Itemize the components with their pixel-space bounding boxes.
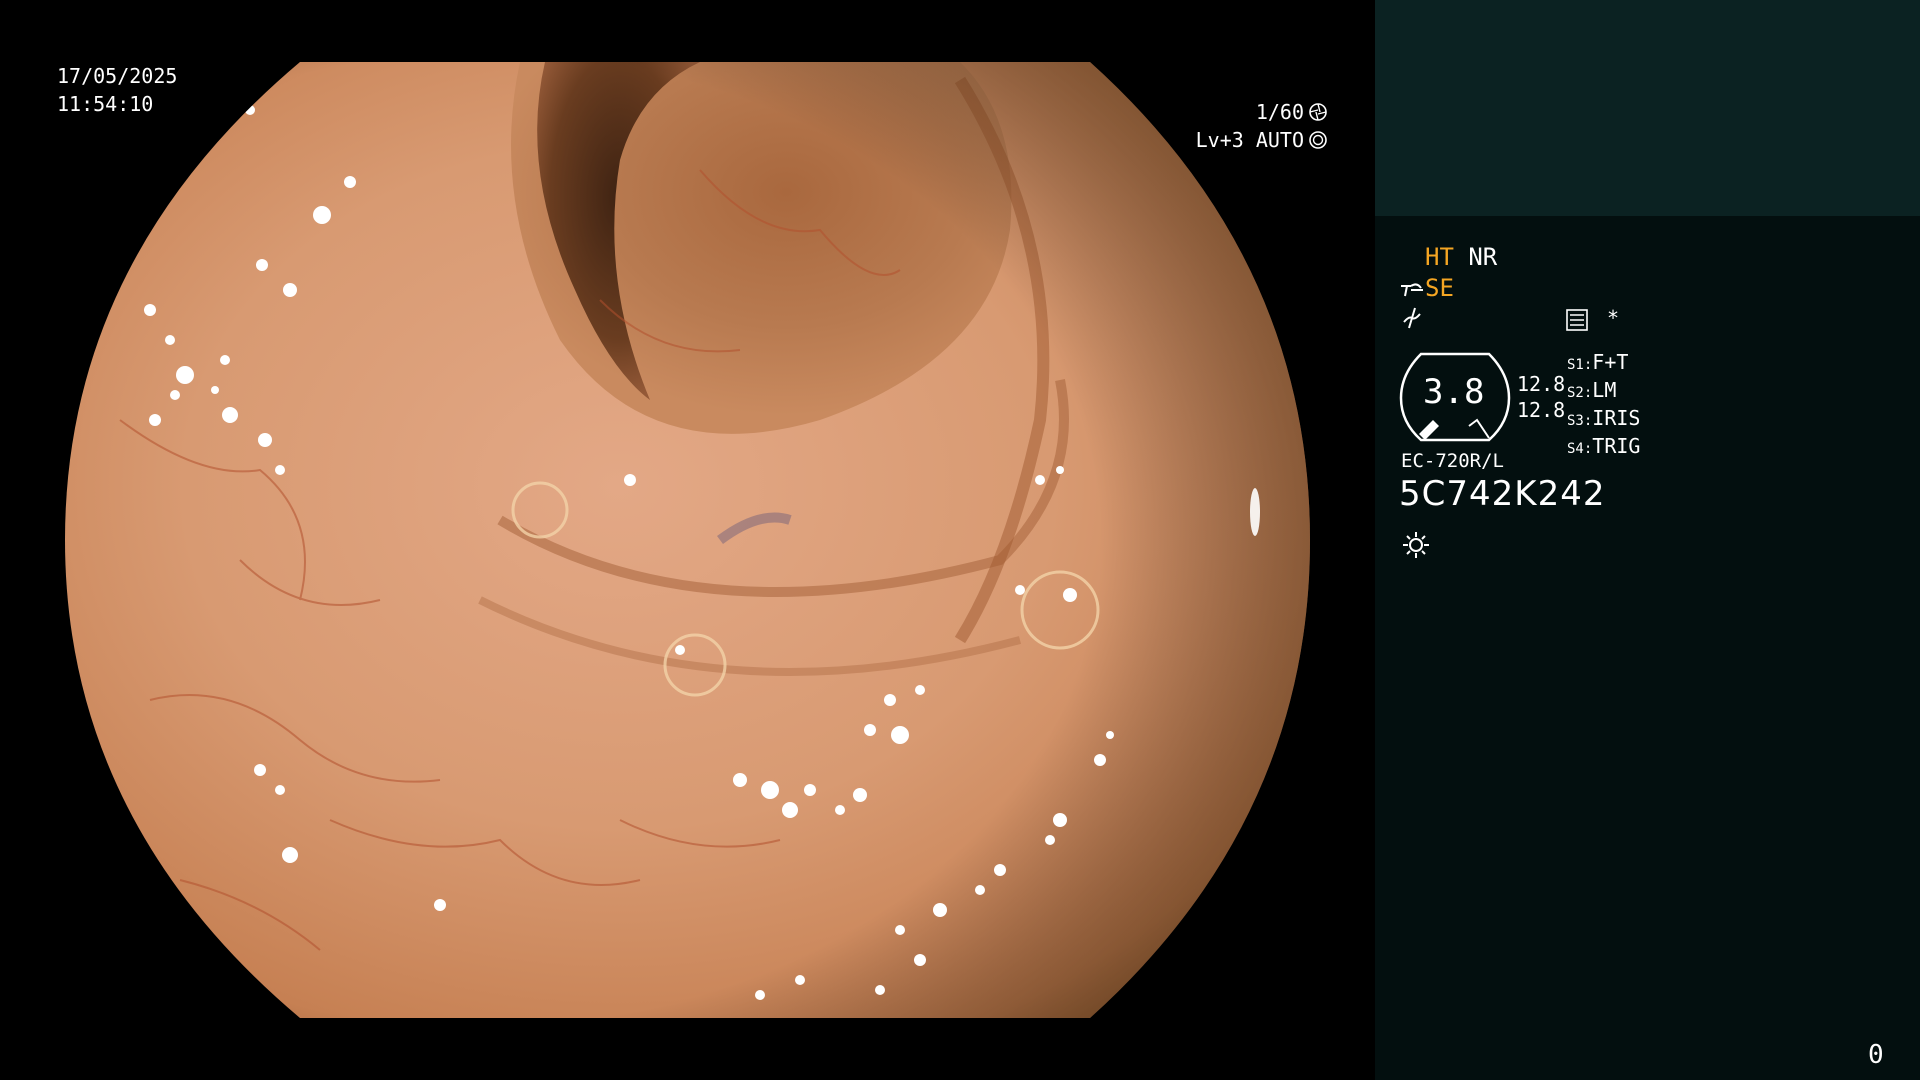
ratio-1: 12.8 bbox=[1517, 372, 1566, 396]
zoom-value: 3.8 bbox=[1423, 372, 1485, 412]
settings-list-icon bbox=[1566, 309, 1588, 331]
scope-serial: 5C742K242 bbox=[1399, 474, 1606, 514]
mode-ht: HT bbox=[1425, 243, 1454, 271]
info-panel: HT NR SE * 3.8 12.8 12.8 S1:F+T S2:LM S3… bbox=[1375, 0, 1920, 1080]
colon-lumen-image bbox=[65, 62, 1310, 1018]
level-text: Lv+3 AUTO bbox=[1195, 128, 1304, 152]
shutter-text: 1/60 bbox=[1255, 100, 1304, 124]
scope-model: EC-720R/L bbox=[1401, 450, 1504, 472]
shutter-readout: 1/60 bbox=[1256, 98, 1328, 126]
light-scope-icon bbox=[1401, 283, 1423, 297]
iris-icon bbox=[1309, 131, 1327, 149]
asterisk-mark: * bbox=[1607, 306, 1620, 330]
time-text: 11:54:10 bbox=[57, 92, 154, 116]
date-text: 17/05/2025 bbox=[57, 64, 178, 88]
endoscope-view: 17/05/2025 11:54:10 1/60 Lv+3 AUTO bbox=[0, 0, 1375, 1080]
info-panel-header bbox=[1375, 0, 1920, 216]
frame-counter: 0 bbox=[1868, 1040, 1884, 1070]
switch-list: S1:F+T S2:LM S3:IRIS S4:TRIG bbox=[1567, 350, 1640, 462]
switch-s4: S4:TRIG bbox=[1567, 434, 1641, 458]
switch-s1: S1:F+T bbox=[1567, 350, 1629, 374]
switch-s2: S2:LM bbox=[1567, 378, 1617, 402]
wave-icon bbox=[1403, 307, 1421, 329]
level-readout: Lv+3 AUTO bbox=[1196, 126, 1328, 154]
date-time-stamp: 17/05/2025 11:54:10 bbox=[57, 62, 177, 118]
sun-icon bbox=[1403, 532, 1429, 558]
mode-se: SE bbox=[1425, 274, 1454, 302]
mode-ht-nr: HT NR bbox=[1425, 242, 1497, 272]
aperture-icon bbox=[1309, 103, 1327, 121]
ratio-2: 12.8 bbox=[1517, 398, 1566, 422]
endoscopy-screen: 17/05/2025 11:54:10 1/60 Lv+3 AUTO HT NR… bbox=[0, 0, 1920, 1080]
mode-nr: NR bbox=[1468, 243, 1498, 271]
switch-s3: S3:IRIS bbox=[1567, 406, 1641, 430]
